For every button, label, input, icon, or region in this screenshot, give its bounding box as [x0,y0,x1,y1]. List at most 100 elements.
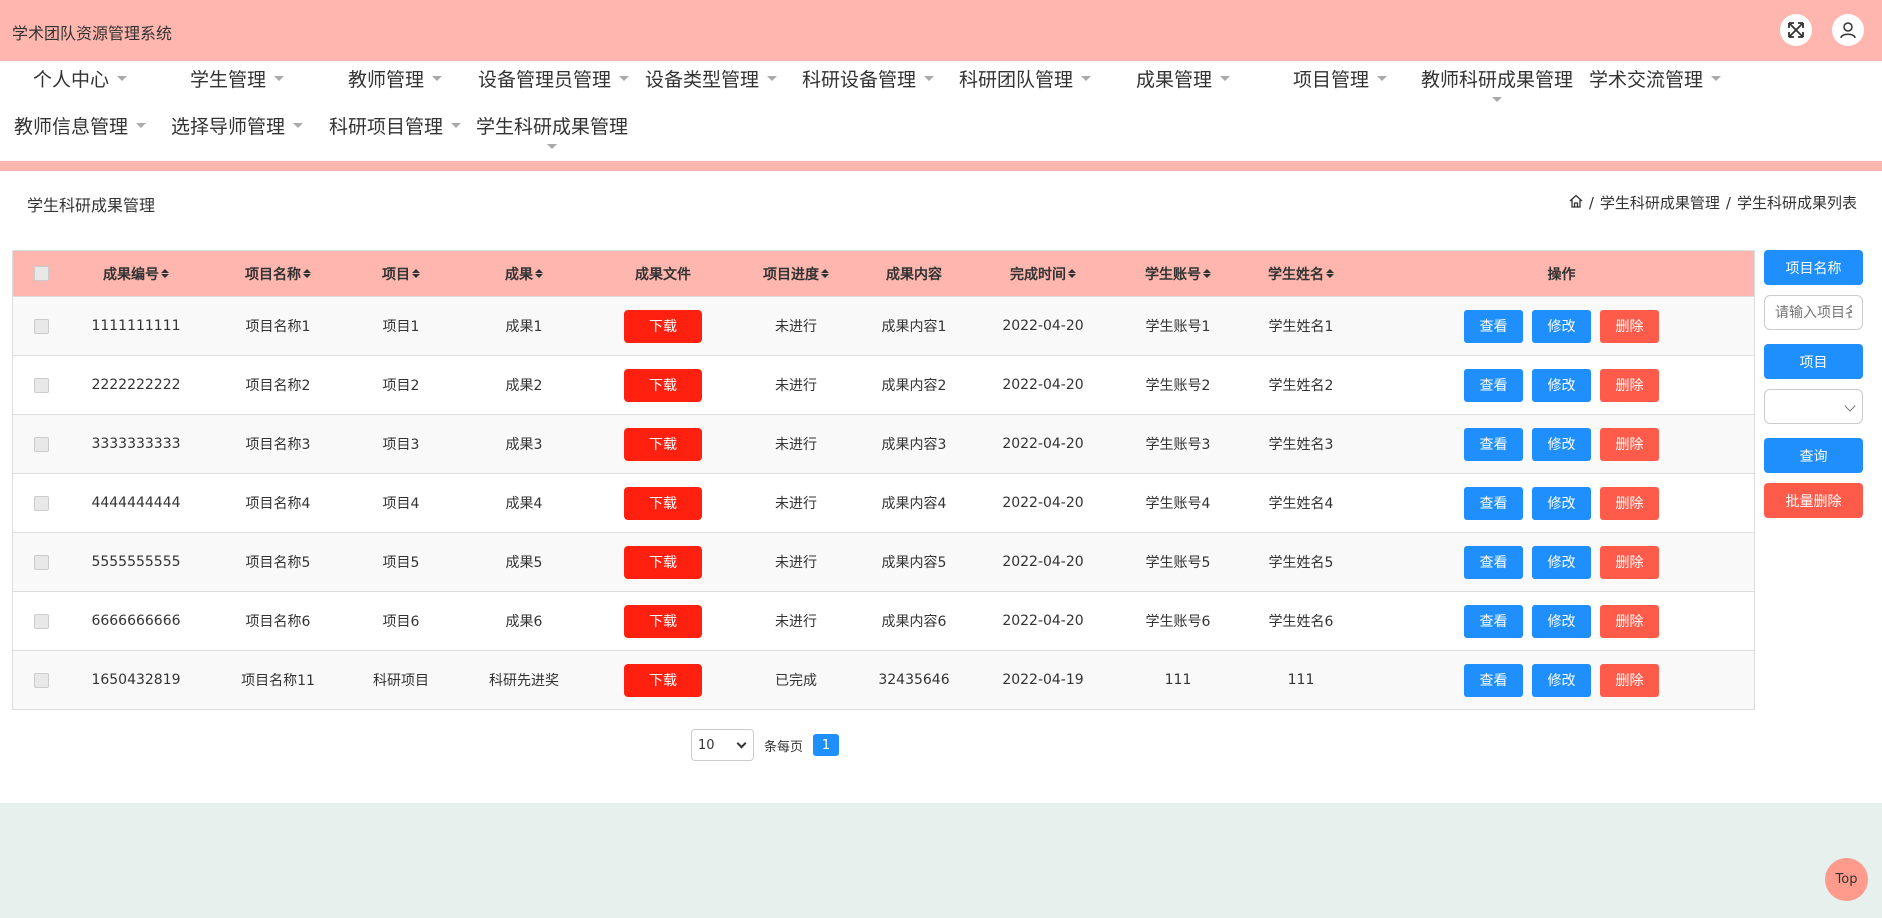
project-name-input[interactable] [1764,295,1863,330]
caret-down-icon [1711,75,1722,81]
project-label-button[interactable]: 项目 [1764,344,1863,379]
view-button[interactable]: 查看 [1464,545,1523,579]
download-button[interactable]: 下载 [624,486,702,520]
nav-student-management[interactable]: 学生管理 [190,63,285,93]
edit-button[interactable]: 修改 [1532,427,1591,461]
view-button[interactable]: 查看 [1464,486,1523,520]
col-header[interactable]: 成果编号 [69,251,203,296]
col-header[interactable]: 成果 [449,251,599,296]
caret-down-icon [1492,97,1502,102]
caret-down-icon [619,75,630,81]
table-cell: 学生姓名4 [1268,496,1334,512]
table-cell: 成果内容3 [881,437,947,453]
col-header[interactable]: 学生账号 [1123,251,1233,296]
nav-achievement-management[interactable]: 成果管理 [1136,63,1231,93]
col-header[interactable]: 学生姓名 [1233,251,1369,296]
page-size-select[interactable]: 10 [691,729,754,761]
table-cell: 2022-04-20 [1002,377,1084,393]
nav-personal-center[interactable]: 个人中心 [33,63,128,93]
nav-device-type-management[interactable]: 设备类型管理 [645,63,778,93]
view-button[interactable]: 查看 [1464,604,1523,638]
table-cell: 成果2 [505,378,543,394]
nav-research-project[interactable]: 科研项目管理 [329,110,462,140]
nav-research-device-management[interactable]: 科研设备管理 [802,63,935,93]
download-button[interactable]: 下载 [624,604,702,638]
nav-student-research-achievement[interactable]: 学生科研成果管理 [476,110,628,140]
table-row: 3333333333 项目名称3 项目3 成果3 下载 未进行 成果内容3 2022-04-2… [13,414,1754,473]
caret-down-icon [547,144,557,149]
sort-icon [821,269,829,278]
col-header[interactable]: 项目名称 [203,251,353,296]
download-button[interactable]: 下载 [624,663,702,697]
table-cell: 项目名称3 [245,437,311,453]
view-button[interactable]: 查看 [1464,309,1523,343]
nav-academic-exchange[interactable]: 学术交流管理 [1589,63,1722,93]
delete-button[interactable]: 删除 [1600,545,1659,579]
table-cell: 学生姓名2 [1268,378,1334,394]
edit-button[interactable]: 修改 [1532,309,1591,343]
table-cell: 项目名称4 [245,496,311,512]
download-button[interactable]: 下载 [624,427,702,461]
nav-research-team-management[interactable]: 科研团队管理 [959,63,1092,93]
view-button[interactable]: 查看 [1464,663,1523,697]
edit-button[interactable]: 修改 [1532,368,1591,402]
view-button[interactable]: 查看 [1464,368,1523,402]
view-button[interactable]: 查看 [1464,427,1523,461]
row-checkbox[interactable] [33,318,49,334]
user-icon[interactable] [1832,14,1864,46]
edit-button[interactable]: 修改 [1532,545,1591,579]
row-checkbox[interactable] [33,613,49,629]
table-cell: 学生账号1 [1145,319,1211,335]
home-icon[interactable] [1569,194,1583,212]
table-row: 2222222222 项目名称2 项目2 成果2 下载 未进行 成果内容2 2022-04-2… [13,355,1754,414]
delete-button[interactable]: 删除 [1600,663,1659,697]
delete-button[interactable]: 删除 [1600,486,1659,520]
nav-project-management[interactable]: 项目管理 [1293,63,1388,93]
chevron-down-icon [1844,400,1856,412]
col-header[interactable]: 项目进度 [727,251,865,296]
nav-teacher-research-achievement[interactable]: 教师科研成果管理 [1421,63,1573,93]
batch-delete-button[interactable]: 批量删除 [1764,483,1863,518]
page-number-button[interactable]: 1 [813,734,840,756]
row-checkbox[interactable] [33,554,49,570]
nav-teacher-info[interactable]: 教师信息管理 [14,110,147,140]
table-cell: 4444444444 [91,495,181,511]
nav-device-admin-management[interactable]: 设备管理员管理 [478,63,630,93]
table-row: 1111111111 项目名称1 项目1 成果1 下载 未进行 成果内容1 2022-04-2… [13,296,1754,355]
table-cell: 学生姓名6 [1268,614,1334,630]
delete-button[interactable]: 删除 [1600,427,1659,461]
project-select[interactable] [1764,389,1863,424]
row-checkbox[interactable] [33,672,49,688]
row-checkbox[interactable] [33,495,49,511]
table-cell: 项目6 [382,614,420,630]
download-button[interactable]: 下载 [624,309,702,343]
sort-icon [1203,269,1211,278]
nav-teacher-management[interactable]: 教师管理 [348,63,443,93]
back-to-top-button[interactable]: Top [1825,858,1868,901]
row-checkbox[interactable] [33,377,49,393]
download-button[interactable]: 下载 [624,545,702,579]
table-cell: 成果内容1 [881,319,947,335]
nav-choose-advisor[interactable]: 选择导师管理 [171,110,304,140]
download-button[interactable]: 下载 [624,368,702,402]
fullscreen-icon[interactable] [1780,14,1812,46]
col-header[interactable]: 项目 [353,251,449,296]
row-checkbox[interactable] [33,436,49,452]
table-cell: 成果4 [505,496,543,512]
col-header[interactable]: 完成时间 [963,251,1123,296]
edit-button[interactable]: 修改 [1532,486,1591,520]
main-content: 学生科研成果管理 / 学生科研成果管理 / 学生科研成果列表 成果编号 项目名称… [0,171,1882,803]
delete-button[interactable]: 删除 [1600,368,1659,402]
main-nav: 个人中心 学生管理 教师管理 设备管理员管理 设备类型管理 科研设备管理 科研团… [0,61,1882,161]
query-button[interactable]: 查询 [1764,438,1863,473]
sort-icon [1326,269,1334,278]
edit-button[interactable]: 修改 [1532,663,1591,697]
edit-button[interactable]: 修改 [1532,604,1591,638]
delete-button[interactable]: 删除 [1600,604,1659,638]
sort-icon [535,269,543,278]
project-name-label-button[interactable]: 项目名称 [1764,250,1863,285]
delete-button[interactable]: 删除 [1600,309,1659,343]
table-cell: 项目4 [382,496,420,512]
breadcrumb-item[interactable]: 学生科研成果管理 [1600,192,1720,213]
select-all-checkbox[interactable] [33,266,49,281]
